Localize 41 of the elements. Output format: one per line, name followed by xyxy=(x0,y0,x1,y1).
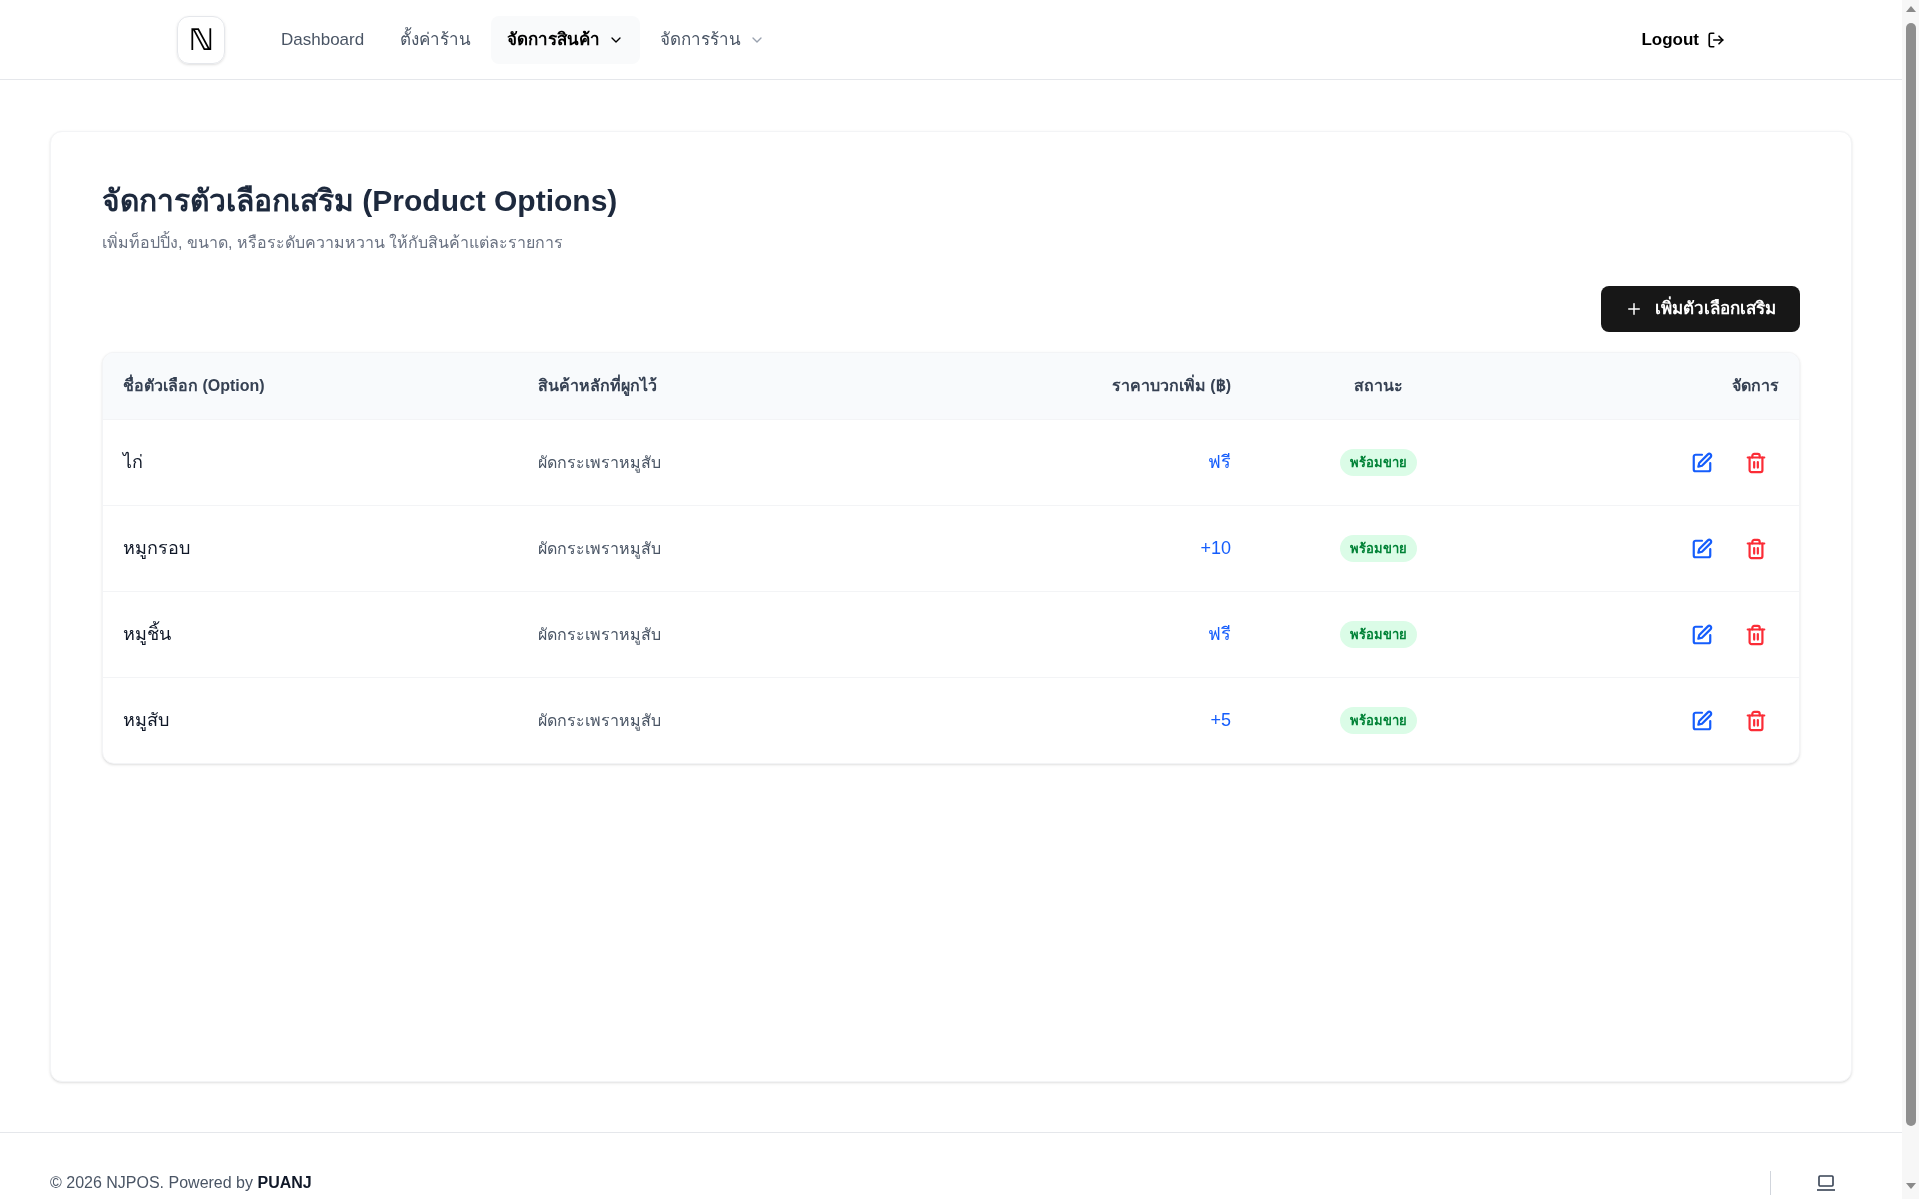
trash-icon[interactable] xyxy=(1745,537,1767,560)
logout-icon[interactable] xyxy=(1707,30,1725,49)
page-title: จัดการตัวเลือกเสริม (Product Options) xyxy=(102,183,619,219)
table-cell: ผัดกระเพราหมูสับ xyxy=(538,539,661,557)
scroll-up-icon[interactable] xyxy=(1905,6,1916,12)
laptop-icon[interactable] xyxy=(1816,1175,1836,1191)
table-cell: ไก่ xyxy=(123,452,143,472)
status-badge: พร้อมขาย xyxy=(1339,620,1417,649)
trash-icon[interactable] xyxy=(1745,709,1767,732)
nav-item[interactable]: Dashboard xyxy=(265,15,381,64)
status-badge: พร้อมขาย xyxy=(1339,706,1417,735)
scroll-down-icon[interactable] xyxy=(1905,1183,1916,1189)
nav-item[interactable]: จัดการสินค้า xyxy=(491,15,641,64)
column-header: จัดการ xyxy=(1732,377,1779,394)
table-cell: ฟรี xyxy=(1208,452,1231,472)
table-cell: +10 xyxy=(1200,538,1231,558)
table-cell: หมูกรอบ xyxy=(123,538,190,558)
status-badge: พร้อมขาย xyxy=(1339,534,1417,563)
footer-text: © 2026 NJPOS. Powered by PUANJ xyxy=(50,1173,312,1193)
table-cell: หมูสับ xyxy=(123,710,169,730)
edit-icon[interactable] xyxy=(1691,451,1713,474)
trash-icon[interactable] xyxy=(1745,623,1767,646)
trash-icon[interactable] xyxy=(1745,451,1767,474)
table-cell: ผัดกระเพราหมูสับ xyxy=(538,453,661,471)
logo[interactable]: ℕ xyxy=(177,15,225,64)
table-cell: ผัดกระเพราหมูสับ xyxy=(538,625,661,643)
table-cell: ผัดกระเพราหมูสับ xyxy=(538,711,661,729)
edit-icon[interactable] xyxy=(1691,537,1713,560)
logout-button[interactable]: Logout xyxy=(1641,18,1725,61)
scrollbar-thumb[interactable] xyxy=(1905,23,1916,1126)
edit-icon[interactable] xyxy=(1691,709,1713,732)
table-cell: ฟรี xyxy=(1208,624,1231,644)
status-badge: พร้อมขาย xyxy=(1339,448,1417,477)
nav-item[interactable]: จัดการร้าน xyxy=(644,15,782,64)
page-subtitle: เพิ่มท็อปปิ้ง, ขนาด, หรือระดับความหวาน ให้กับสินค้าแต่ละรายการ xyxy=(102,231,1800,255)
table-cell: +5 xyxy=(1210,710,1231,730)
add-option-button[interactable]: เพิ่มตัวเลือกเสริม xyxy=(1601,286,1800,332)
column-header: สถานะ xyxy=(1353,377,1403,394)
nav-item[interactable]: ตั้งค่าร้าน xyxy=(384,15,488,64)
edit-icon[interactable] xyxy=(1691,623,1713,646)
plus-icon[interactable] xyxy=(1625,300,1643,318)
